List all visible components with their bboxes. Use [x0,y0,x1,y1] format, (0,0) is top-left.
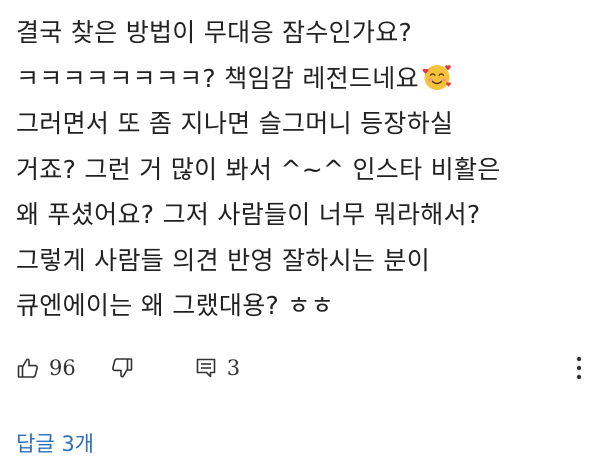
like-button[interactable]: 96 [16,356,76,380]
thumbs-up-icon [16,356,40,380]
comment-line-text: ㅋㅋㅋㅋㅋㅋㅋㅋ? 책임감 레전드네요 [16,63,419,93]
comment-line: ㅋㅋㅋㅋㅋㅋㅋㅋ? 책임감 레전드네요 [16,56,596,102]
dislike-button[interactable] [110,356,134,380]
comment-line: 거죠? 그런 거 많이 봐서 ^~^ 인스타 비활은 [16,154,501,184]
comment-action-bar: 96 3 [16,348,591,388]
comment-icon [194,356,218,380]
smiling-face-with-hearts-icon [422,61,452,91]
reply-count: 3 [226,356,241,380]
comment-line: 결국 찾은 방법이 무대응 잠수인가요? [16,18,413,47]
comment-line: 그렇게 사람들 의견 반영 잘하시는 분이 [16,245,431,275]
thumbs-down-icon [110,356,134,380]
comment-line: 큐엔에이는 왜 그랬대용? ㅎㅎ [16,291,334,320]
comment-line: 왜 푸셨어요? 그저 사람들이 너무 뭐라해서? [16,200,481,229]
like-count: 96 [49,356,76,380]
comment-text: 결국 찾은 방법이 무대응 잠수인가요? ㅋㅋㅋㅋㅋㅋㅋㅋ? 책임감 레전드네요… [16,10,596,329]
more-vertical-icon [567,356,591,386]
view-replies-link[interactable]: 답글 3개 [16,428,94,458]
comment-line: 그러면서 또 좀 지나면 슬그머니 등장하실 [16,109,454,138]
reply-button[interactable]: 3 [194,356,240,380]
more-options-button[interactable] [567,354,591,382]
